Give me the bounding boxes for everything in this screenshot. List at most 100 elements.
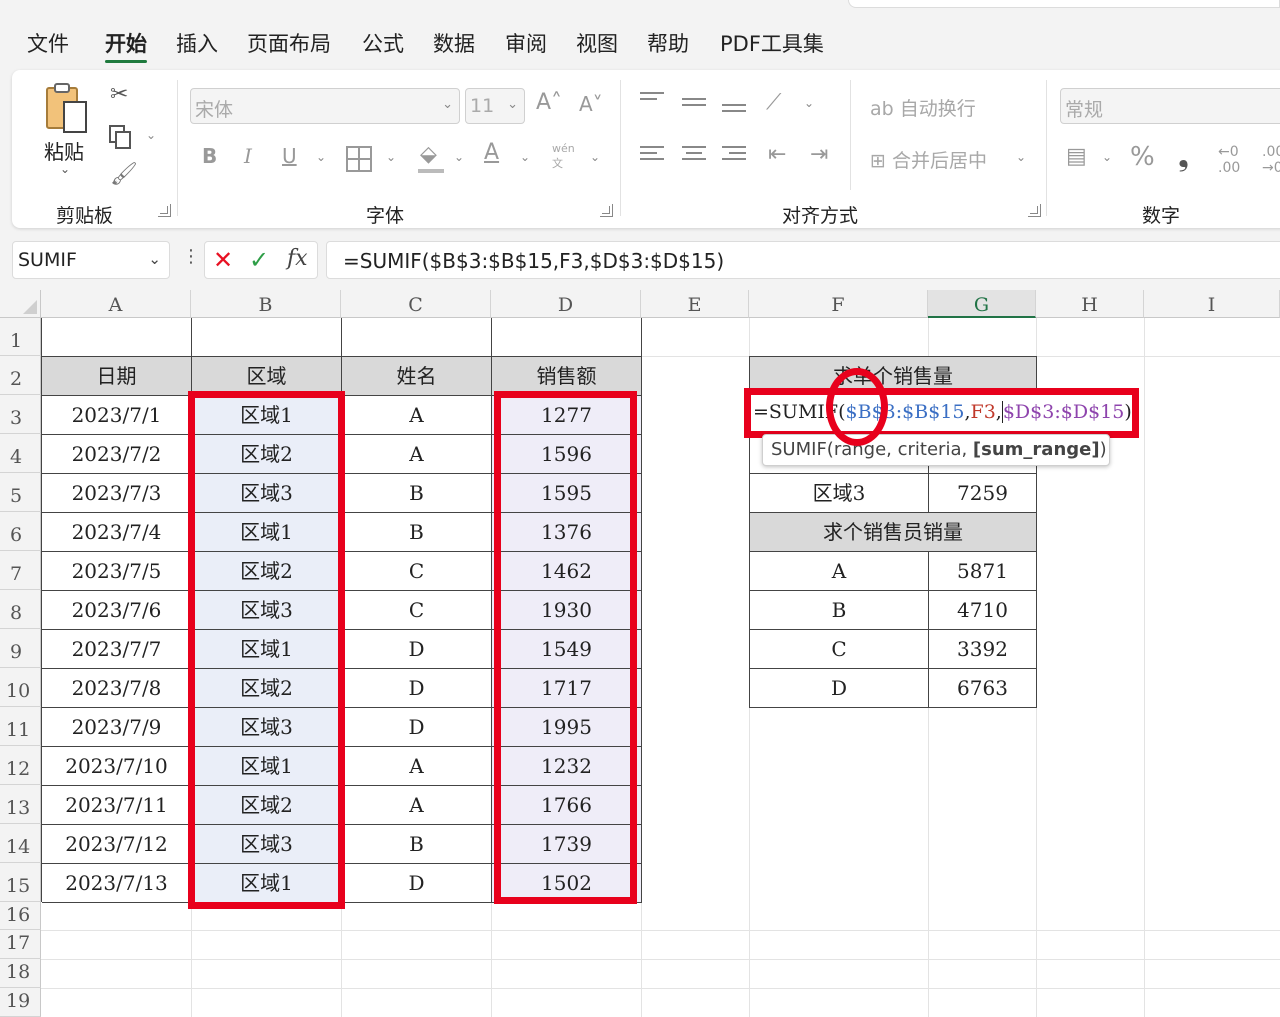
- row-header-3[interactable]: 3: [0, 395, 41, 434]
- cell-c7[interactable]: C: [342, 552, 492, 591]
- increase-indent-icon[interactable]: ⇥: [810, 142, 828, 167]
- cell-c6[interactable]: B: [342, 513, 492, 552]
- column-header-i[interactable]: I: [1144, 290, 1280, 318]
- fill-color-dropdown-icon[interactable]: ⌄: [454, 150, 464, 164]
- align-left-icon[interactable]: [640, 142, 664, 164]
- row-header-10[interactable]: 10: [0, 668, 41, 707]
- format-painter-icon[interactable]: 🖌: [110, 162, 138, 187]
- number-format-select[interactable]: 常规: [1060, 88, 1280, 124]
- table-header-date[interactable]: 日期: [42, 356, 192, 396]
- cell-f7[interactable]: A: [749, 552, 929, 591]
- paste-dropdown-icon[interactable]: ⌄: [60, 162, 70, 176]
- align-bottom-icon[interactable]: [722, 100, 746, 116]
- orientation-dropdown-icon[interactable]: ⌄: [804, 96, 814, 110]
- tab-home[interactable]: 开始: [105, 28, 147, 58]
- row-header-5[interactable]: 5: [0, 473, 41, 512]
- row-header-13[interactable]: 13: [0, 785, 41, 824]
- cell-a6[interactable]: 2023/7/4: [42, 513, 192, 552]
- insert-function-icon[interactable]: fx: [287, 246, 308, 271]
- phonetic-icon[interactable]: wén 文: [552, 142, 575, 171]
- tab-view[interactable]: 视图: [576, 28, 618, 58]
- column-header-h[interactable]: H: [1036, 290, 1144, 318]
- cell-d1[interactable]: [492, 318, 642, 357]
- cell-a10[interactable]: 2023/7/8: [42, 669, 192, 708]
- row-header-7[interactable]: 7: [0, 551, 41, 590]
- merge-center-button[interactable]: ⊞ 合并后居中: [870, 146, 987, 173]
- cell-a12[interactable]: 2023/7/10: [42, 747, 192, 786]
- cell-c5[interactable]: B: [342, 474, 492, 513]
- tab-help[interactable]: 帮助: [647, 28, 689, 58]
- row-header-4[interactable]: 4: [0, 434, 41, 473]
- cell-a11[interactable]: 2023/7/9: [42, 708, 192, 747]
- orientation-icon[interactable]: ⟋: [766, 90, 781, 115]
- paste-label[interactable]: 粘贴: [44, 136, 84, 165]
- cell-a5[interactable]: 2023/7/3: [42, 474, 192, 513]
- row-header-2[interactable]: 2: [0, 356, 41, 395]
- cell-a7[interactable]: 2023/7/5: [42, 552, 192, 591]
- wrap-text-button[interactable]: ab 自动换行: [870, 94, 976, 121]
- cell-a13[interactable]: 2023/7/11: [42, 786, 192, 825]
- cancel-icon[interactable]: ✕: [213, 246, 233, 274]
- cell-g10[interactable]: 6763: [929, 669, 1037, 708]
- table-header-sales[interactable]: 销售额: [492, 356, 642, 396]
- tab-pdf-tools[interactable]: PDF工具集: [720, 28, 824, 58]
- tab-page-layout[interactable]: 页面布局: [247, 28, 331, 58]
- row-header-19[interactable]: 19: [0, 988, 41, 1017]
- cell-c14[interactable]: B: [342, 825, 492, 864]
- cell-b1[interactable]: [192, 318, 342, 357]
- cell-f5[interactable]: 区域3: [749, 474, 929, 513]
- cell-c15[interactable]: D: [342, 864, 492, 903]
- cell-c11[interactable]: D: [342, 708, 492, 747]
- decrease-font-icon[interactable]: A˅: [579, 92, 603, 116]
- bold-button[interactable]: B: [202, 144, 217, 168]
- cell-g8[interactable]: 4710: [929, 591, 1037, 630]
- row-header-1[interactable]: 1: [0, 318, 41, 356]
- cell-a9[interactable]: 2023/7/7: [42, 630, 192, 669]
- cell-c1[interactable]: [342, 318, 492, 357]
- cell-c10[interactable]: D: [342, 669, 492, 708]
- more-options-icon[interactable]: ⋮: [182, 246, 200, 267]
- column-header-c[interactable]: C: [341, 290, 491, 318]
- cell-a1[interactable]: [42, 318, 192, 357]
- decrease-indent-icon[interactable]: ⇤: [768, 142, 786, 167]
- decrease-decimal-icon[interactable]: .00 →0: [1262, 144, 1280, 176]
- person-summary-title[interactable]: 求个销售员销量: [749, 513, 1037, 552]
- select-all-corner[interactable]: [0, 290, 41, 318]
- font-color-dropdown-icon[interactable]: ⌄: [520, 150, 530, 164]
- tooltip-fn[interactable]: SUMIF(: [771, 439, 834, 460]
- merge-dropdown-icon[interactable]: ⌄: [1016, 150, 1026, 164]
- column-header-d[interactable]: D: [491, 290, 641, 318]
- percent-button[interactable]: %: [1130, 142, 1155, 172]
- cell-a3[interactable]: 2023/7/1: [42, 396, 192, 435]
- increase-font-icon[interactable]: A˄: [536, 90, 562, 115]
- alignment-launcher-icon[interactable]: [1028, 204, 1041, 217]
- italic-button[interactable]: I: [244, 144, 252, 168]
- worksheet-grid[interactable]: A B C D E F G H I 1 2 3 4 5 6 7 8 9 10 1…: [0, 290, 1280, 1017]
- formula-input[interactable]: =SUMIF($B$3:$B$15,F3,$D$3:$D$15): [326, 241, 1280, 279]
- cell-f9[interactable]: C: [749, 630, 929, 669]
- borders-dropdown-icon[interactable]: ⌄: [386, 150, 396, 164]
- tab-insert[interactable]: 插入: [176, 28, 218, 58]
- column-header-f[interactable]: F: [749, 290, 928, 318]
- cell-f8[interactable]: B: [749, 591, 929, 630]
- row-header-18[interactable]: 18: [0, 959, 41, 988]
- clipboard-launcher-icon[interactable]: [158, 204, 171, 217]
- tab-review[interactable]: 审阅: [505, 28, 547, 58]
- cell-f10[interactable]: D: [749, 669, 929, 708]
- accounting-dropdown-icon[interactable]: ⌄: [1102, 150, 1112, 164]
- row-header-17[interactable]: 17: [0, 930, 41, 959]
- cell-a14[interactable]: 2023/7/12: [42, 825, 192, 864]
- cell-g7[interactable]: 5871: [929, 552, 1037, 591]
- comma-button[interactable]: ❟: [1178, 140, 1189, 174]
- row-header-16[interactable]: 16: [0, 902, 41, 930]
- cell-c13[interactable]: A: [342, 786, 492, 825]
- cell-c12[interactable]: A: [342, 747, 492, 786]
- column-header-g[interactable]: G: [928, 290, 1036, 318]
- row-header-15[interactable]: 15: [0, 863, 41, 902]
- tab-formulas[interactable]: 公式: [362, 28, 404, 58]
- row-header-14[interactable]: 14: [0, 824, 41, 863]
- row-header-6[interactable]: 6: [0, 512, 41, 551]
- name-box[interactable]: SUMIF ⌄: [12, 241, 170, 279]
- borders-icon[interactable]: [346, 146, 372, 172]
- cell-g5[interactable]: 7259: [929, 474, 1037, 513]
